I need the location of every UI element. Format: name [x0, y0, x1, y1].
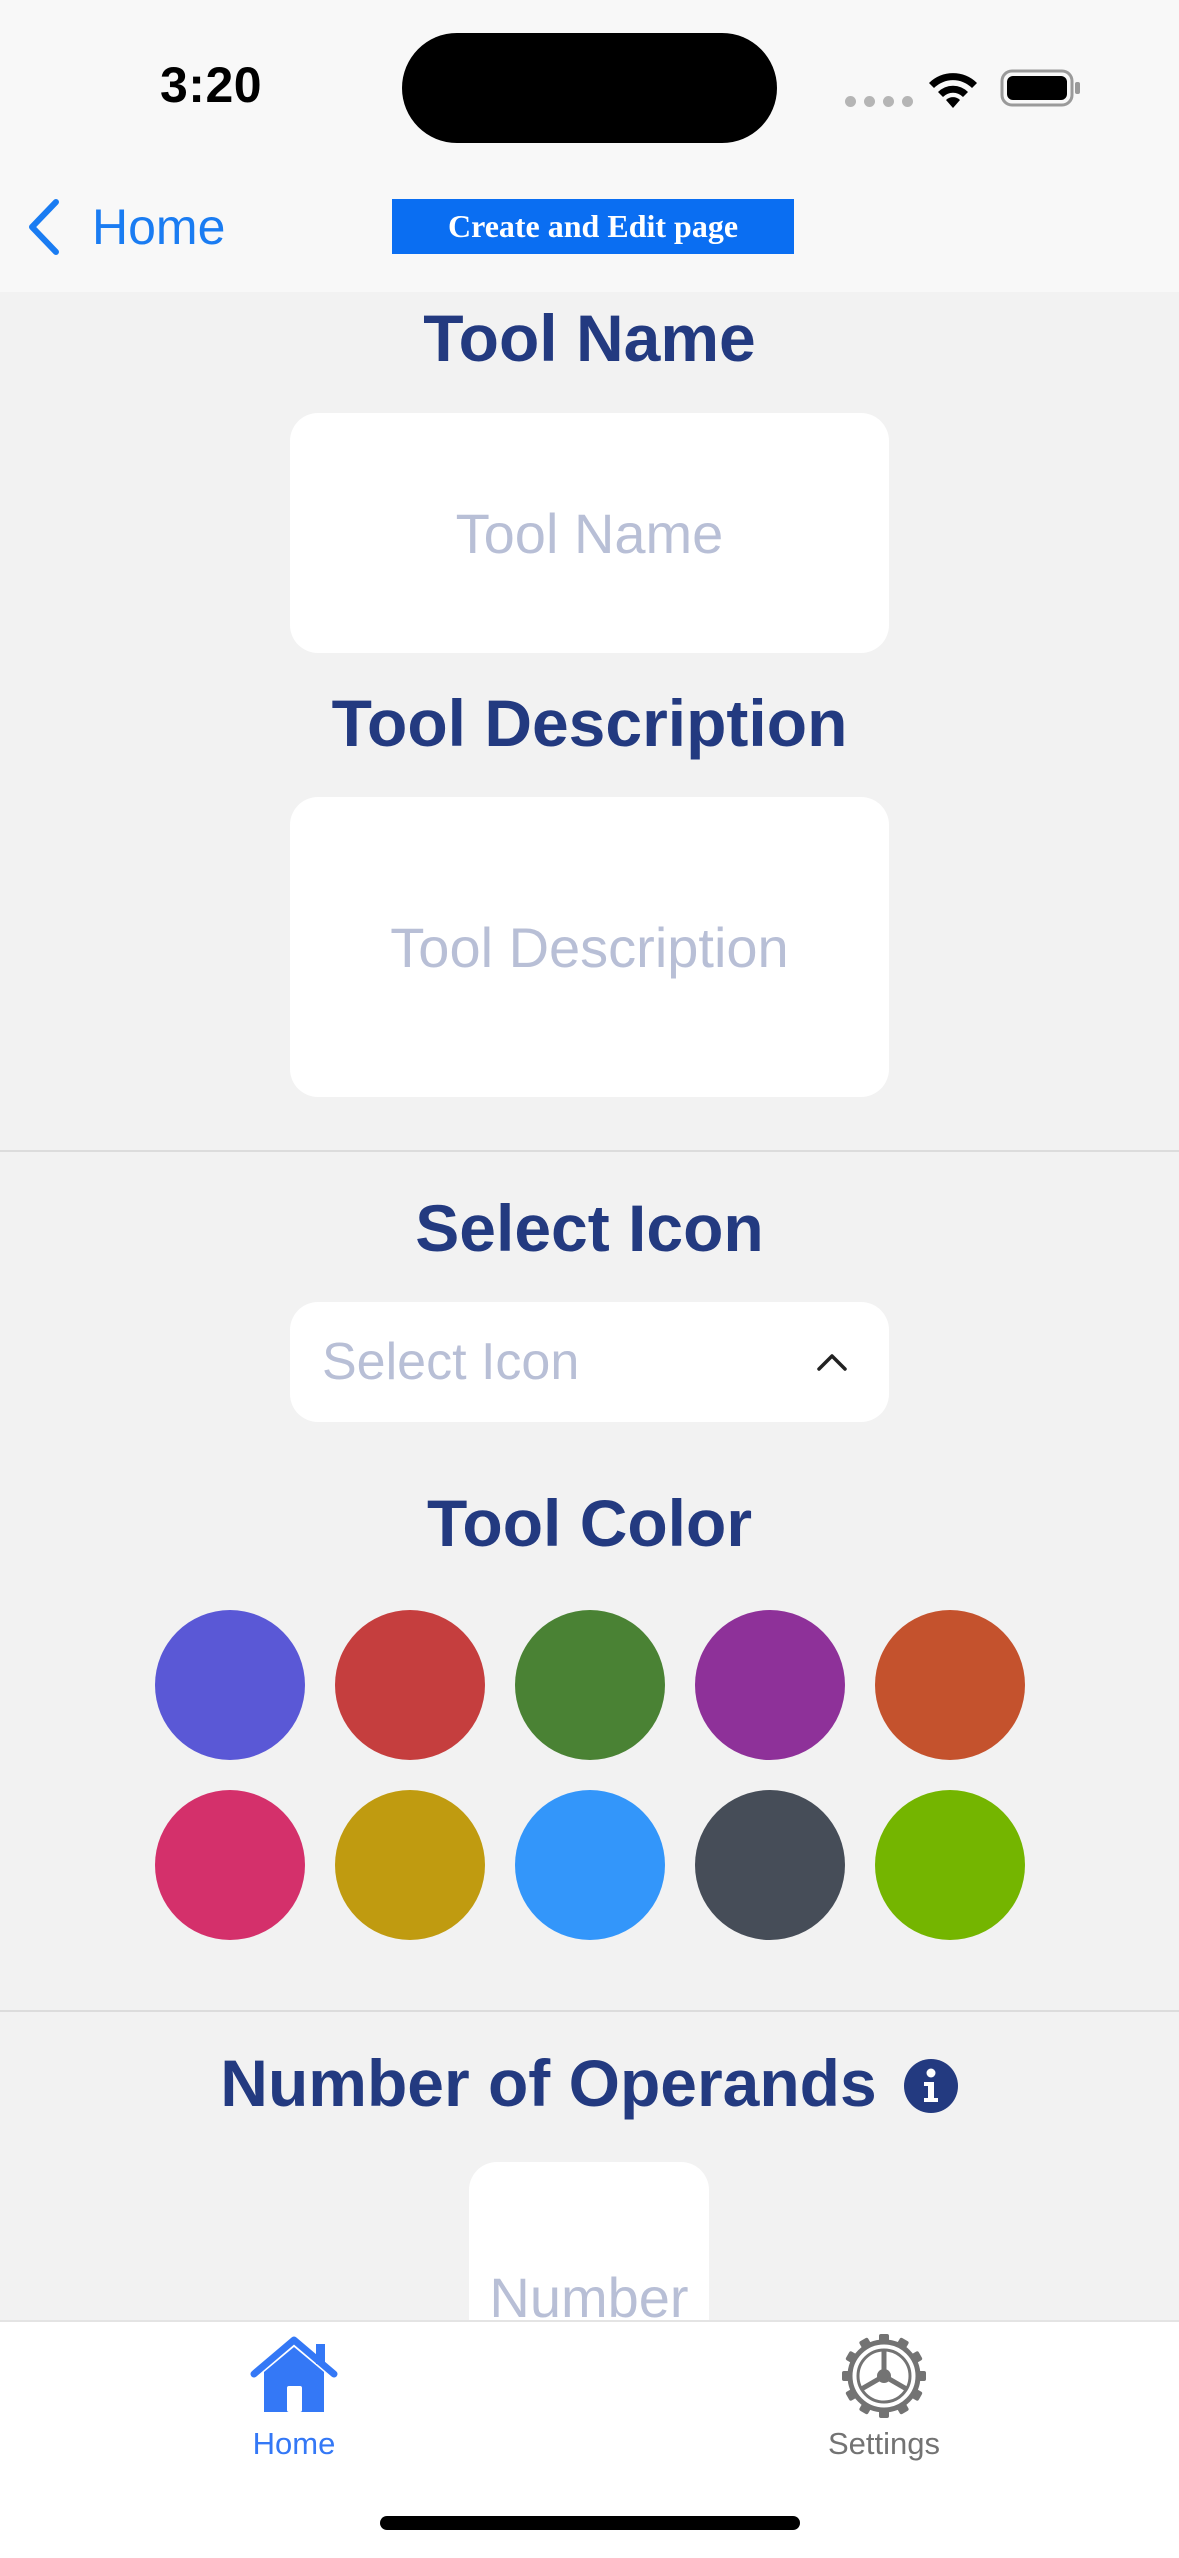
tool-name-heading: Tool Name	[423, 301, 756, 375]
section-divider	[0, 2010, 1179, 2012]
select-icon-heading: Select Icon	[415, 1191, 764, 1265]
battery-icon	[1000, 69, 1080, 107]
tab-home-label: Home	[252, 2426, 336, 2461]
tool-description-input[interactable]: Tool Description	[290, 797, 889, 1097]
tab-home[interactable]: Home	[164, 2332, 424, 2462]
house-icon	[250, 2336, 338, 2412]
dynamic-island	[402, 33, 777, 143]
color-swatch[interactable]	[875, 1790, 1025, 1940]
tool-description-placeholder: Tool Description	[390, 915, 789, 979]
icon-select-dropdown[interactable]: Select Icon	[290, 1302, 889, 1422]
tab-settings-label: Settings	[827, 2426, 940, 2461]
color-swatch[interactable]	[335, 1610, 485, 1760]
tool-name-input[interactable]: Tool Name	[290, 413, 889, 653]
operands-placeholder: Number	[489, 2266, 689, 2322]
color-swatch[interactable]	[515, 1610, 665, 1760]
page-title: Create and Edit page	[392, 199, 794, 254]
color-swatch[interactable]	[335, 1790, 485, 1940]
operands-heading: Number of Operands	[220, 2046, 877, 2120]
operands-number-input[interactable]: Number	[469, 2162, 709, 2322]
color-swatch[interactable]	[155, 1790, 305, 1940]
tab-settings[interactable]: Settings	[754, 2332, 1014, 2462]
tool-name-placeholder: Tool Name	[455, 501, 724, 565]
color-swatch[interactable]	[875, 1610, 1025, 1760]
color-swatch[interactable]	[155, 1610, 305, 1760]
gear-icon	[842, 2334, 926, 2418]
status-time: 3:20	[160, 57, 263, 113]
color-swatch[interactable]	[515, 1790, 665, 1940]
section-divider	[0, 1150, 1179, 1152]
operands-heading-row: Number of Operands	[0, 2045, 1179, 2121]
cellular-signal-icon	[845, 96, 913, 107]
color-swatch[interactable]	[695, 1790, 845, 1940]
wifi-icon	[929, 73, 977, 108]
info-icon[interactable]	[903, 2058, 959, 2114]
chevron-up-icon	[817, 1354, 847, 1371]
back-button[interactable]: Home	[24, 195, 225, 259]
header-area: 3:20 Home Create and Edit page	[0, 0, 1179, 292]
icon-select-placeholder: Select Icon	[322, 1333, 580, 1391]
back-button-label: Home	[92, 199, 226, 255]
home-indicator	[380, 2516, 800, 2530]
chevron-left-icon	[29, 199, 59, 255]
color-swatch[interactable]	[695, 1610, 845, 1760]
tool-description-heading: Tool Description	[331, 686, 848, 760]
tool-color-heading: Tool Color	[426, 1486, 753, 1560]
